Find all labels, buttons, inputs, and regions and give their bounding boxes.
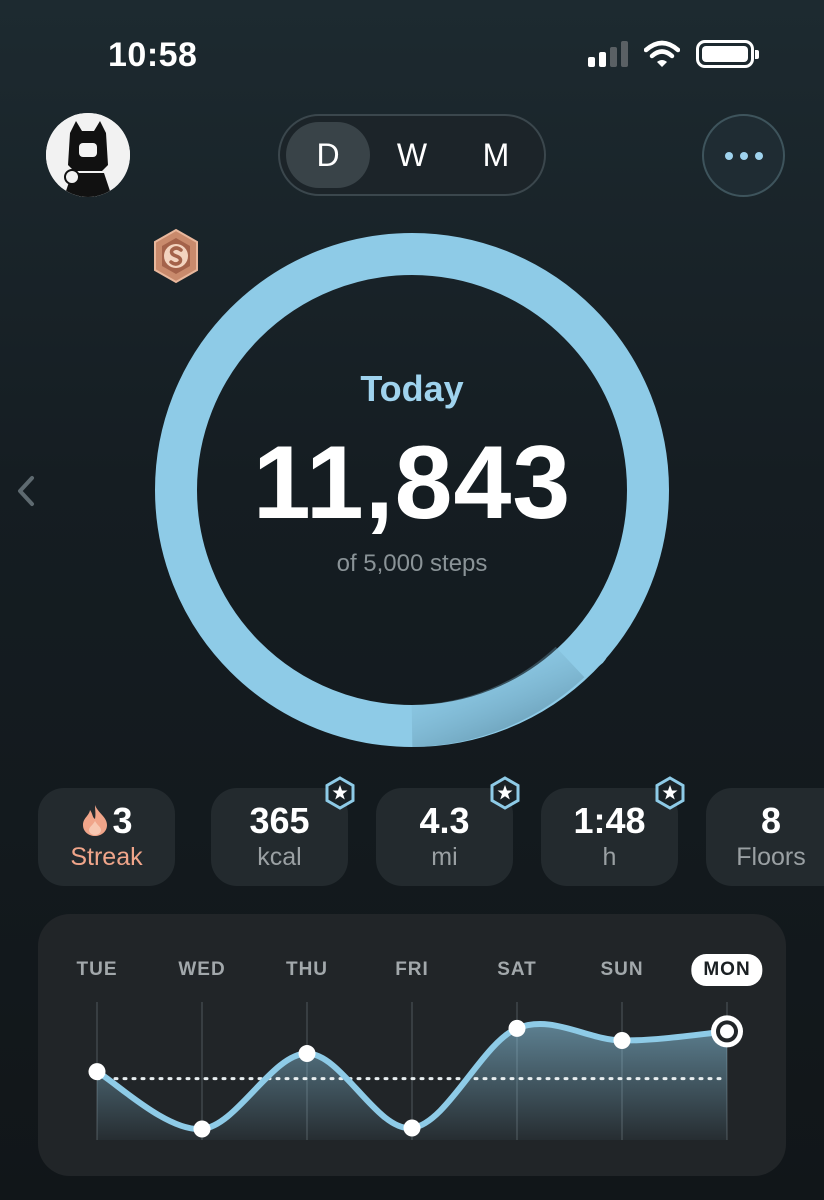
stat-distance-value: 4.3 xyxy=(419,800,470,841)
step-goal-text: of 5,000 steps xyxy=(336,550,488,577)
stat-calories-value: 365 xyxy=(249,800,310,841)
tab-week[interactable]: W xyxy=(370,122,454,188)
achievement-star-icon xyxy=(655,776,685,810)
stat-calories-unit: kcal xyxy=(257,843,302,871)
period-selector: D W M xyxy=(278,114,546,196)
data-point-wed xyxy=(193,1120,211,1138)
tab-month[interactable]: M xyxy=(454,122,538,188)
data-point-fri xyxy=(403,1119,421,1137)
avatar-image xyxy=(46,113,130,197)
status-time: 10:58 xyxy=(108,36,198,74)
stat-floors-unit: Floors xyxy=(736,843,806,871)
weekly-steps-chart xyxy=(88,1002,743,1140)
stat-floors-value: 8 xyxy=(760,800,782,841)
stat-distance-unit: mi xyxy=(431,843,458,871)
cellular-signal-icon xyxy=(588,41,628,67)
stat-streak-label: Streak xyxy=(70,843,143,871)
data-point-tue xyxy=(88,1063,106,1081)
stat-calories[interactable]: 365 kcal xyxy=(211,776,355,886)
step-progress-ring: Today 11,843 of 5,000 steps xyxy=(150,228,674,752)
data-point-thu xyxy=(298,1045,316,1063)
selected-point-center xyxy=(720,1024,734,1039)
stat-active-time-value: 1:48 xyxy=(573,800,646,841)
more-dots-icon xyxy=(724,151,733,160)
step-count: 11,843 xyxy=(252,425,572,541)
achievement-star-icon xyxy=(490,776,520,810)
ring-period-label: Today xyxy=(360,368,464,409)
data-point-sat xyxy=(508,1019,526,1037)
stat-streak-value: 3 xyxy=(112,800,133,841)
battery-icon xyxy=(696,40,759,68)
wifi-icon xyxy=(644,40,680,67)
tab-day[interactable]: D xyxy=(286,122,370,188)
more-options-button[interactable] xyxy=(702,114,785,197)
stat-streak[interactable]: 3 Streak xyxy=(38,788,175,886)
stat-distance[interactable]: 4.3 mi xyxy=(376,776,520,886)
achievement-badge-icon[interactable] xyxy=(150,228,202,284)
achievement-star-icon xyxy=(325,776,355,810)
stat-active-time[interactable]: 1:48 h xyxy=(541,776,685,886)
stat-active-time-unit: h xyxy=(602,843,617,871)
ring-end-cap xyxy=(567,627,609,669)
chevron-left-icon[interactable] xyxy=(12,472,40,510)
stats-row: 3 Streak 365 kcal 4.3 mi 1:48 h 8 Floors xyxy=(38,776,824,888)
status-icons xyxy=(588,40,759,68)
stat-floors[interactable]: 8 Floors xyxy=(706,788,824,886)
flame-icon xyxy=(83,805,108,836)
avatar[interactable] xyxy=(46,113,130,197)
weekly-steps-card[interactable]: TUE WED THU FRI SAT SUN MON xyxy=(38,914,786,1176)
data-point-sun xyxy=(613,1031,631,1049)
